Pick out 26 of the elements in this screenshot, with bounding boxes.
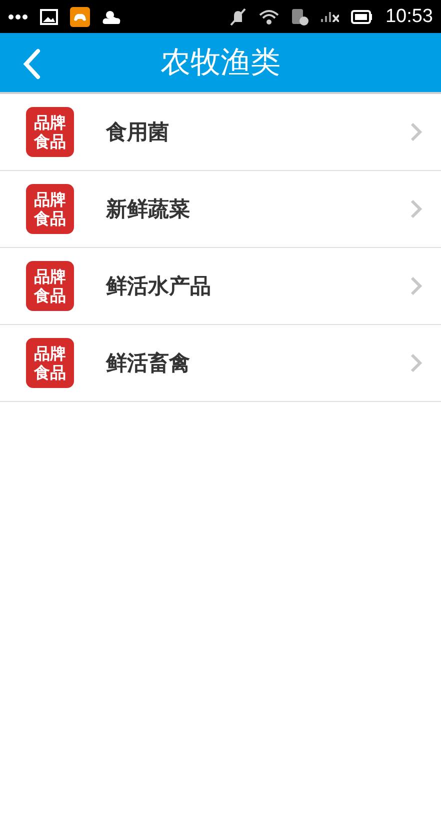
image-icon xyxy=(40,8,58,24)
category-item[interactable]: 品牌 食品 鲜活水产品 xyxy=(0,248,441,325)
chevron-icon xyxy=(409,352,423,374)
battery-icon xyxy=(351,10,374,24)
page-title: 农牧渔类 xyxy=(160,44,280,82)
sim-icon xyxy=(291,8,310,26)
chevron-icon xyxy=(409,275,423,297)
chevron-icon xyxy=(409,121,423,143)
brand-badge: 品牌 食品 xyxy=(26,338,74,388)
category-item[interactable]: 品牌 食品 新鲜蔬菜 xyxy=(0,171,441,248)
brand-badge: 品牌 食品 xyxy=(26,107,74,157)
mute-icon xyxy=(229,8,248,26)
category-label: 鲜活畜禽 xyxy=(106,350,191,377)
chevron-icon xyxy=(409,198,423,220)
category-item[interactable]: 品牌 食品 鲜活畜禽 xyxy=(0,325,441,402)
clock-time: 10:53 xyxy=(385,6,433,28)
more-icon xyxy=(8,14,28,20)
gamepad-icon xyxy=(70,6,90,26)
category-label: 鲜活水产品 xyxy=(106,273,212,300)
brand-badge: 品牌 食品 xyxy=(26,184,74,234)
category-item[interactable]: 品牌 食品 食用菌 xyxy=(0,94,441,171)
signal-icon xyxy=(321,12,340,22)
wifi-icon xyxy=(259,8,280,24)
category-label: 食用菌 xyxy=(106,119,170,146)
brand-badge: 品牌 食品 xyxy=(26,261,74,311)
category-label: 新鲜蔬菜 xyxy=(106,196,191,223)
